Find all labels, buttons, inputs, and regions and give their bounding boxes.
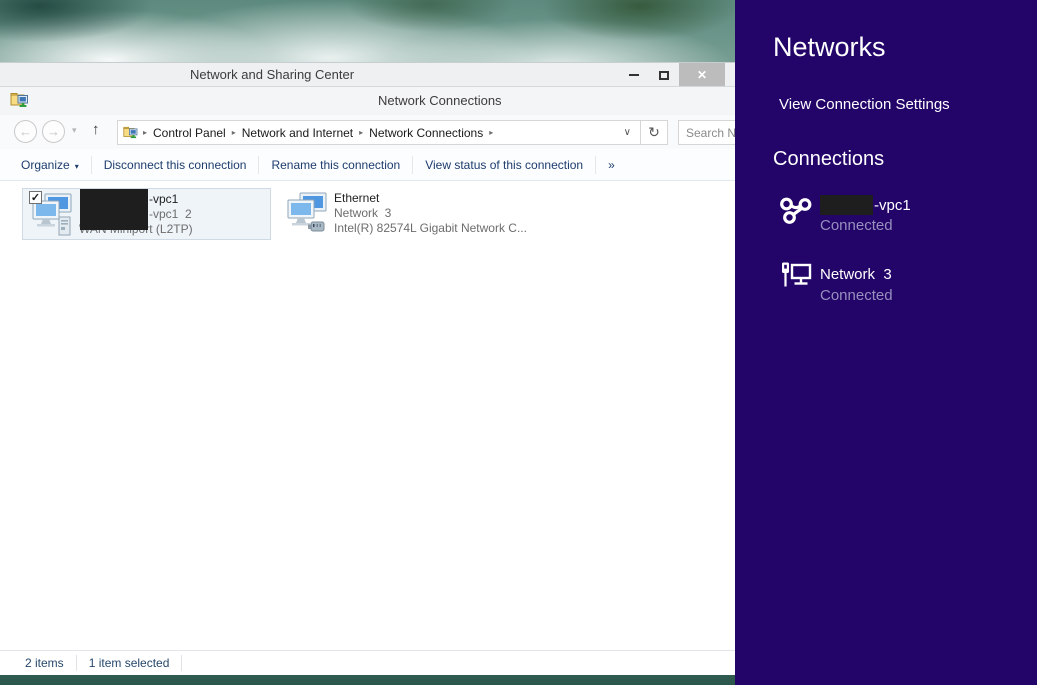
up-button[interactable]: ↑ (92, 121, 100, 138)
redaction-box (820, 195, 873, 215)
status-bar: 2 items 1 item selected (0, 650, 735, 675)
wired-network-icon (779, 260, 813, 299)
divider (595, 156, 596, 174)
maximize-button[interactable] (649, 63, 679, 87)
network-folder-icon (10, 91, 30, 114)
connection-status: Connected (820, 287, 893, 304)
selection-count: 1 item selected (89, 656, 170, 670)
crumb-separator-icon: ▸ (489, 128, 493, 137)
up-arrow-icon: ↑ (92, 121, 100, 138)
organize-button[interactable]: Organize▾ (19, 154, 81, 176)
forward-button[interactable]: → (42, 120, 65, 143)
check-icon: ✓ (31, 192, 40, 204)
connection-item-vpn[interactable]: ✓ -vpc1 (22, 188, 271, 240)
divider (76, 655, 77, 671)
address-dropdown-button[interactable]: ∨ (615, 127, 640, 138)
page-title: Network Connections (378, 93, 502, 108)
close-button[interactable]: ✕ (679, 63, 725, 87)
disconnect-connection-button[interactable]: Disconnect this connection (102, 154, 249, 176)
window-title: Network and Sharing Center (190, 67, 354, 82)
connection-subname: -vpc1 2 (149, 207, 192, 221)
toolbar-overflow-button[interactable]: » (606, 154, 617, 176)
view-status-button[interactable]: View status of this connection (423, 154, 585, 176)
chevron-down-icon: ▾ (75, 162, 79, 171)
desktop: Network and Sharing Center ✕ Network Con… (0, 0, 1037, 685)
address-bar[interactable]: ▸ Control Panel ▸ Network and Internet ▸… (117, 120, 668, 145)
connection-device: Intel(R) 82574L Gigabit Network C... (334, 221, 527, 235)
forward-icon: → (47, 124, 60, 139)
location-icon (123, 125, 139, 140)
ethernet-connection-icon (284, 191, 330, 242)
connection-name: -vpc1 (149, 192, 178, 206)
connection-name: Ethernet (334, 191, 379, 205)
address-bar-row: ← → ▾ ↑ ▸ Control Panel ▸ (0, 115, 735, 149)
close-icon: ✕ (697, 68, 707, 82)
breadcrumb-control-panel[interactable]: Control Panel (147, 126, 232, 140)
divider (258, 156, 259, 174)
charm-connection-vpn[interactable]: -vpc1 (820, 195, 911, 215)
charm-connection-network3[interactable]: Network 3 (820, 266, 892, 283)
items-count: 2 items (25, 656, 64, 670)
item-checkbox[interactable]: ✓ (29, 191, 42, 204)
maximize-icon (659, 71, 669, 80)
divider (91, 156, 92, 174)
network-connections-window: Network Connections ← → ▾ ↑ ▸ (0, 86, 735, 675)
refresh-button[interactable]: ↻ (641, 124, 667, 141)
connection-status: Connected (820, 217, 893, 234)
chevron-down-icon: ∨ (624, 127, 631, 138)
view-connection-settings-link[interactable]: View Connection Settings (779, 96, 950, 113)
titlebar[interactable]: Network Connections (0, 87, 735, 115)
window-controls: ✕ (619, 63, 725, 87)
file-list-area[interactable]: ✓ -vpc1 (0, 181, 735, 650)
refresh-icon: ↻ (648, 124, 660, 140)
breadcrumb-network-connections[interactable]: Network Connections (363, 126, 489, 140)
connection-name: -vpc1 (874, 197, 911, 214)
connection-name: Network 3 (820, 266, 892, 283)
command-toolbar: Organize▾ Disconnect this connection Ren… (0, 149, 735, 181)
rename-connection-button[interactable]: Rename this connection (269, 154, 402, 176)
search-box (678, 120, 735, 145)
network-sharing-center-window-titlebar[interactable]: Network and Sharing Center ✕ (0, 62, 735, 86)
connections-heading: Connections (773, 148, 884, 171)
minimize-button[interactable] (619, 63, 649, 87)
chevron-down-icon: ▾ (72, 125, 77, 135)
minimize-icon (629, 74, 639, 76)
vpn-icon (779, 196, 813, 231)
connection-item-ethernet[interactable]: Ethernet Network 3 Intel(R) 82574L Gigab… (282, 188, 545, 240)
networks-charm-panel: Networks View Connection Settings Connec… (735, 0, 1037, 685)
breadcrumb-network-and-internet[interactable]: Network and Internet (236, 126, 359, 140)
recent-pages-dropdown[interactable]: ▾ (72, 125, 77, 136)
redaction-box (80, 189, 148, 230)
divider (181, 655, 182, 671)
connection-network: Network 3 (334, 206, 391, 220)
back-icon: ← (19, 124, 32, 139)
back-button[interactable]: ← (14, 120, 37, 143)
divider (412, 156, 413, 174)
search-input[interactable] (679, 121, 735, 144)
networks-heading: Networks (773, 32, 886, 63)
